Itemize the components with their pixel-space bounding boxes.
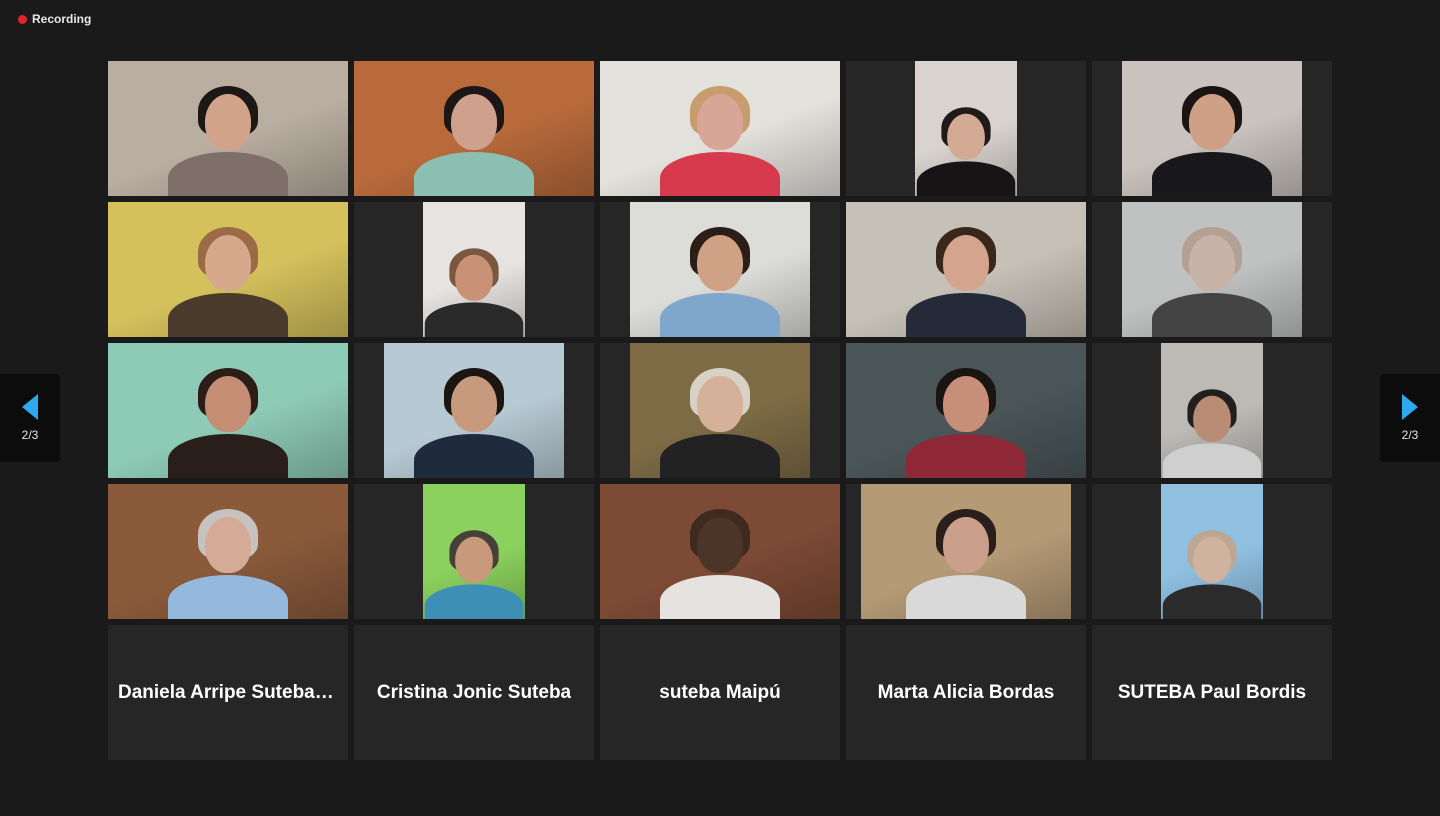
participant-video-tile[interactable] [108,202,348,337]
participant-video-tile[interactable] [354,202,594,337]
participant-video-tile[interactable] [600,202,840,337]
participant-video-tile[interactable] [846,343,1086,478]
participant-video-tile[interactable] [600,61,840,196]
previous-page-button[interactable]: 2/3 [0,374,60,462]
participant-video-tile[interactable] [354,343,594,478]
participant-video-tile[interactable] [108,484,348,619]
participant-video-tile[interactable] [1092,202,1332,337]
arrow-right-icon [1402,394,1418,420]
participant-name: Daniela Arripe Suteba T... [118,681,338,703]
participant-video-tile[interactable] [846,484,1086,619]
participant-video-tile[interactable] [1092,61,1332,196]
next-page-button[interactable]: 2/3 [1380,374,1440,462]
participant-name-tile[interactable]: Daniela Arripe Suteba T... [108,625,348,760]
participant-name: SUTEBA Paul Bordis [1117,681,1307,703]
participant-video-tile[interactable] [846,202,1086,337]
participant-name-tile[interactable]: SUTEBA Paul Bordis [1092,625,1332,760]
arrow-left-icon [22,394,38,420]
participant-video-tile[interactable] [1092,343,1332,478]
page-indicator-left: 2/3 [21,428,39,442]
gallery-grid: Daniela Arripe Suteba T... Cristina Joni… [108,61,1332,760]
participant-name-tile[interactable]: Marta Alicia Bordas [846,625,1086,760]
participant-video-tile[interactable] [354,61,594,196]
page-indicator-right: 2/3 [1401,428,1419,442]
participant-name: Marta Alicia Bordas [877,681,1055,703]
recording-dot-icon [18,14,27,24]
participant-name: Cristina Jonic Suteba [376,681,572,703]
recording-label: Recording [32,12,92,26]
participant-video-tile[interactable] [846,61,1086,196]
participant-video-tile[interactable] [108,61,348,196]
participant-video-tile[interactable] [1092,484,1332,619]
participant-video-tile[interactable] [600,484,840,619]
participant-name-tile[interactable]: suteba Maipú [600,625,840,760]
participant-name-tile[interactable]: Cristina Jonic Suteba [354,625,594,760]
participant-video-tile[interactable] [354,484,594,619]
recording-indicator[interactable]: Recording [18,11,91,27]
participant-video-tile[interactable] [108,343,348,478]
participant-name: suteba Maipú [659,681,781,703]
participant-video-tile[interactable] [600,343,840,478]
